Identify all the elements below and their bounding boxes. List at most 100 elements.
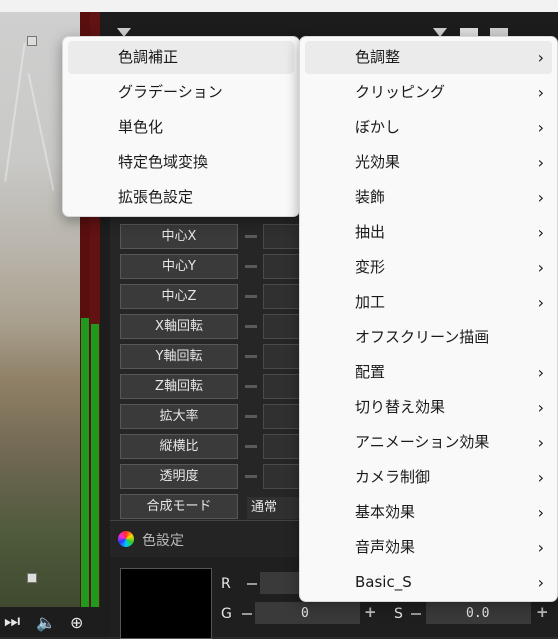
submenu-item[interactable]: 色調補正 bbox=[68, 41, 294, 74]
chevron-right-icon: › bbox=[537, 363, 544, 382]
main-menu-item-label: 切り替え効果 bbox=[355, 398, 446, 416]
property-center-z-minus-icon[interactable] bbox=[245, 295, 257, 298]
main-menu-item-label: 変形 bbox=[355, 258, 386, 276]
property-z-rotation-minus-icon[interactable] bbox=[245, 385, 257, 388]
color-swatch[interactable] bbox=[120, 568, 212, 639]
main-menu-item[interactable]: オフスクリーン描画 bbox=[305, 321, 552, 354]
property-center-z-button[interactable]: 中心Z bbox=[120, 284, 238, 309]
preview-streak bbox=[27, 73, 55, 191]
property-center-x-button[interactable]: 中心X bbox=[120, 224, 238, 249]
submenu-item-label: 単色化 bbox=[118, 118, 164, 136]
preview-streak bbox=[4, 42, 26, 182]
audio-level-right bbox=[91, 324, 99, 607]
g-minus-icon[interactable] bbox=[242, 613, 252, 615]
chevron-right-icon: › bbox=[537, 433, 544, 452]
color-wheel-icon bbox=[118, 531, 134, 547]
main-menu-item[interactable]: カメラ制御 › bbox=[305, 461, 552, 494]
property-y-rotation-track[interactable] bbox=[263, 344, 303, 369]
property-opacity-track[interactable] bbox=[263, 464, 303, 489]
property-center-z-track[interactable] bbox=[263, 284, 303, 309]
zoom-in-icon[interactable]: ⊕ bbox=[70, 613, 83, 632]
property-z-rotation-button[interactable]: Z軸回転 bbox=[120, 374, 238, 399]
property-center-x-minus-icon[interactable] bbox=[245, 235, 257, 238]
main-menu-item-label: カメラ制御 bbox=[355, 468, 431, 486]
main-menu-item-label: 装飾 bbox=[355, 188, 386, 206]
color-settings-title: 色設定 bbox=[142, 533, 184, 549]
property-scale-track[interactable] bbox=[263, 404, 303, 429]
chevron-right-icon: › bbox=[537, 258, 544, 277]
main-menu-item[interactable]: ぼかし › bbox=[305, 111, 552, 144]
property-x-rotation-button[interactable]: X軸回転 bbox=[120, 314, 238, 339]
chevron-right-icon: › bbox=[537, 118, 544, 137]
s-minus-icon[interactable] bbox=[411, 613, 421, 615]
main-menu-item[interactable]: 色調整 › bbox=[305, 41, 552, 74]
r-minus-icon[interactable] bbox=[247, 583, 257, 585]
property-center-y-minus-icon[interactable] bbox=[245, 265, 257, 268]
s-plus-icon[interactable]: + bbox=[536, 603, 549, 621]
g-plus-icon[interactable]: + bbox=[364, 603, 377, 621]
main-menu-item-label: オフスクリーン描画 bbox=[355, 328, 490, 346]
property-aspect-ratio-track[interactable] bbox=[263, 434, 303, 459]
submenu-item[interactable]: 特定色域変換 bbox=[68, 146, 294, 179]
submenu-item[interactable]: 拡張色設定 bbox=[68, 181, 294, 214]
main-menu-item-label: Basic_S bbox=[355, 573, 412, 591]
chevron-right-icon: › bbox=[537, 398, 544, 417]
property-center-x-track[interactable] bbox=[263, 224, 303, 249]
main-menu-item-label: クリッピング bbox=[355, 83, 446, 101]
chevron-right-icon: › bbox=[537, 468, 544, 487]
property-blend-mode-button[interactable]: 合成モード bbox=[120, 494, 238, 519]
add-filter-menu: 色調整 › クリッピング › ぼかし › 光効果 › 装飾 › 抽出 › 変形 › 加工 › オフスクリーン描画… bbox=[299, 36, 558, 602]
submenu-item[interactable]: グラデーション bbox=[68, 76, 294, 109]
property-aspect-ratio-button[interactable]: 縦横比 bbox=[120, 434, 238, 459]
speaker-icon[interactable]: 🔈 bbox=[36, 613, 56, 632]
main-menu-item-label: ぼかし bbox=[355, 118, 401, 136]
property-scale-button[interactable]: 拡大率 bbox=[120, 404, 238, 429]
preview-corner-handle[interactable] bbox=[27, 573, 37, 583]
main-menu-item[interactable]: 変形 › bbox=[305, 251, 552, 284]
audio-level-left bbox=[81, 318, 89, 607]
main-menu-item[interactable]: アニメーション効果 › bbox=[305, 426, 552, 459]
submenu-item-label: 色調補正 bbox=[118, 48, 179, 66]
main-menu-item[interactable]: Basic_S › bbox=[305, 566, 552, 599]
property-x-rotation-minus-icon[interactable] bbox=[245, 325, 257, 328]
property-opacity-minus-icon[interactable] bbox=[245, 475, 257, 478]
property-opacity-button[interactable]: 透明度 bbox=[120, 464, 238, 489]
chevron-right-icon: › bbox=[537, 573, 544, 592]
main-menu-item-label: 光効果 bbox=[355, 153, 401, 171]
main-menu-item[interactable]: クリッピング › bbox=[305, 76, 552, 109]
property-center-y-track[interactable] bbox=[263, 254, 303, 279]
property-scale-minus-icon[interactable] bbox=[245, 415, 257, 418]
main-menu-item[interactable]: 加工 › bbox=[305, 286, 552, 319]
main-menu-item-label: 色調整 bbox=[355, 48, 401, 66]
main-menu-item[interactable]: 切り替え効果 › bbox=[305, 391, 552, 424]
preview-corner-handle[interactable] bbox=[27, 36, 37, 46]
property-center-y-button[interactable]: 中心Y bbox=[120, 254, 238, 279]
main-menu-item[interactable]: 抽出 › bbox=[305, 216, 552, 249]
main-menu-item[interactable]: 光効果 › bbox=[305, 146, 552, 179]
main-menu-item-label: アニメーション効果 bbox=[355, 433, 490, 451]
property-y-rotation-minus-icon[interactable] bbox=[245, 355, 257, 358]
main-menu-item[interactable]: 音声効果 › bbox=[305, 531, 552, 564]
g-value: 0 bbox=[301, 606, 309, 621]
property-aspect-ratio-minus-icon[interactable] bbox=[245, 445, 257, 448]
submenu-item[interactable]: 単色化 bbox=[68, 111, 294, 144]
property-z-rotation-track[interactable] bbox=[263, 374, 303, 399]
chevron-right-icon: › bbox=[537, 48, 544, 67]
chevron-right-icon: › bbox=[537, 83, 544, 102]
chevron-right-icon: › bbox=[537, 153, 544, 172]
main-menu-item-label: 音声効果 bbox=[355, 538, 416, 556]
chevron-right-icon: › bbox=[537, 223, 544, 242]
submenu-item-label: グラデーション bbox=[118, 83, 223, 101]
main-menu-item-label: 配置 bbox=[355, 363, 386, 381]
main-menu-item-label: 基本効果 bbox=[355, 503, 416, 521]
color-adjust-submenu: 色調補正グラデーション 単色化特定色域変換 拡張色設定 bbox=[62, 36, 300, 217]
main-menu-item-label: 抽出 bbox=[355, 223, 386, 241]
main-menu-item[interactable]: 配置 › bbox=[305, 356, 552, 389]
skip-end-icon[interactable]: ⏭ bbox=[4, 611, 20, 632]
property-x-rotation-track[interactable] bbox=[263, 314, 303, 339]
s-value: 0.0 bbox=[466, 606, 490, 621]
main-menu-item[interactable]: 装飾 › bbox=[305, 181, 552, 214]
chevron-right-icon: › bbox=[537, 538, 544, 557]
main-menu-item[interactable]: 基本効果 › bbox=[305, 496, 552, 529]
property-y-rotation-button[interactable]: Y軸回転 bbox=[120, 344, 238, 369]
